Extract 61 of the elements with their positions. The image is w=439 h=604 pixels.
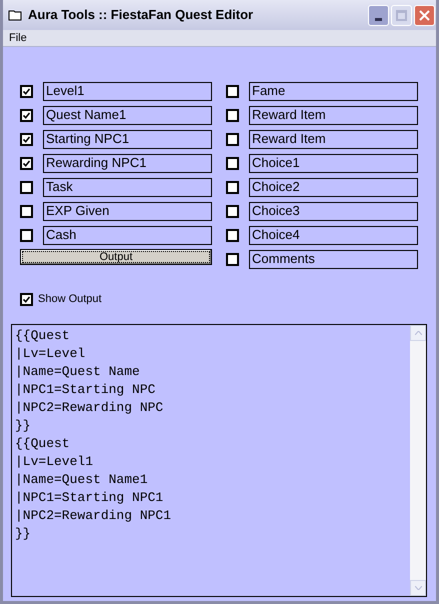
checkbox[interactable] [226,228,239,242]
checkbox[interactable] [226,108,239,122]
close-button[interactable] [414,4,435,26]
output-text-area[interactable]: {{Quest |Lv=Level |Name=Quest Name |NPC1=Starting NPC |NPC2=Rewarding NPC }} {{Quest |Lv=Level1 |Name=Quest Name1 |NPC1=Starting NPC1 |NPC2=Rewarding NPC1 }} [11,324,427,596]
text-field[interactable]: Fame [249,82,418,100]
checkmark-icon [23,296,30,303]
checkbox[interactable] [20,132,33,146]
checkmark-icon [23,136,30,142]
output-line: |Name=Quest Name1 [15,470,149,488]
checkmark-icon [23,88,30,94]
text-field[interactable]: Choice1 [249,154,418,172]
text-field[interactable]: Comments [249,250,418,268]
menu-item[interactable]: File [9,30,27,46]
checkmark-icon [23,112,30,118]
window-icon [8,9,22,21]
checkbox[interactable] [20,292,33,306]
minimize-button[interactable] [368,4,389,26]
checkbox[interactable] [226,84,239,98]
minimize-icon [375,18,382,20]
output-line: |NPC1=Starting NPC [15,380,156,398]
output-line: |Lv=Level [15,344,86,362]
text-field[interactable]: Rewarding NPC1 [43,154,212,172]
output-line: }} [15,416,32,434]
output-line: |NPC1=Starting NPC1 [15,488,164,506]
checkbox[interactable] [20,156,33,170]
checkbox[interactable] [226,156,239,170]
scrollbar[interactable] [410,324,426,596]
text-field[interactable]: Task [43,178,212,196]
checkmark-icon [23,160,30,166]
output-line: |NPC2=Rewarding NPC1 [15,506,172,524]
close-icon [419,10,430,20]
text-field[interactable]: Starting NPC1 [43,130,212,148]
text-field[interactable]: Choice4 [249,226,418,244]
checkbox[interactable] [20,228,33,242]
output-line: |Lv=Level1 [15,452,94,470]
text-field[interactable]: Level1 [43,82,212,100]
maximize-icon [396,10,407,20]
checkbox[interactable] [226,204,239,218]
output-line: {{Quest [15,434,71,452]
output-button[interactable]: Output [20,249,212,265]
text-field[interactable]: Quest Name1 [43,106,212,124]
output-line: }} [15,524,32,542]
text-field[interactable]: Choice2 [249,178,418,196]
checkbox[interactable] [226,132,239,146]
text-field[interactable]: Reward Item [249,106,418,124]
checkbox[interactable] [20,84,33,98]
checkbox[interactable] [226,252,239,266]
output-line: {{Quest [15,326,71,344]
output-line: |Name=Quest Name [15,362,141,380]
text-field[interactable]: Choice3 [249,202,418,220]
checkbox[interactable] [226,180,239,194]
output-line: |NPC2=Rewarding NPC [15,398,164,416]
text-field[interactable]: EXP Given [43,202,212,220]
checkbox[interactable] [20,108,33,122]
window-title: Aura Tools :: FiestaFan Quest Editor [28,6,254,24]
text-field[interactable]: Cash [43,226,212,244]
checkbox[interactable] [20,204,33,218]
checkbox[interactable] [20,180,33,194]
scroll-up-button[interactable] [410,324,426,340]
text-field[interactable]: Reward Item [249,130,418,148]
checkbox-label: Show Output [38,292,102,307]
